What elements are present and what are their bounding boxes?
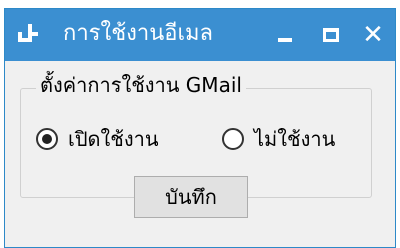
minimize-icon bbox=[278, 38, 292, 42]
radio-button-icon[interactable] bbox=[222, 128, 244, 150]
window-title: การใช้งานอีเมล bbox=[63, 21, 214, 46]
save-button[interactable]: บันทึก bbox=[134, 176, 248, 218]
title-bar[interactable]: การใช้งานอีเมล ✕ bbox=[5, 9, 395, 61]
radio-dot bbox=[42, 134, 52, 144]
radio-enable[interactable]: เปิดใช้งาน bbox=[36, 124, 159, 154]
radio-enable-label: เปิดใช้งาน bbox=[68, 127, 159, 151]
close-icon: ✕ bbox=[362, 20, 384, 50]
maximize-icon bbox=[323, 28, 339, 42]
app-window-icon bbox=[18, 24, 38, 42]
close-button[interactable]: ✕ bbox=[355, 19, 391, 51]
radio-button-selected-icon[interactable] bbox=[36, 128, 58, 150]
minimize-button[interactable] bbox=[267, 19, 303, 51]
radio-disable[interactable]: ไม่ใช้งาน bbox=[222, 124, 335, 154]
group-legend: ตั้งค่าการใช้งาน GMail bbox=[36, 70, 246, 100]
radio-disable-label: ไม่ใช้งาน bbox=[254, 127, 336, 151]
maximize-button[interactable] bbox=[313, 19, 349, 51]
